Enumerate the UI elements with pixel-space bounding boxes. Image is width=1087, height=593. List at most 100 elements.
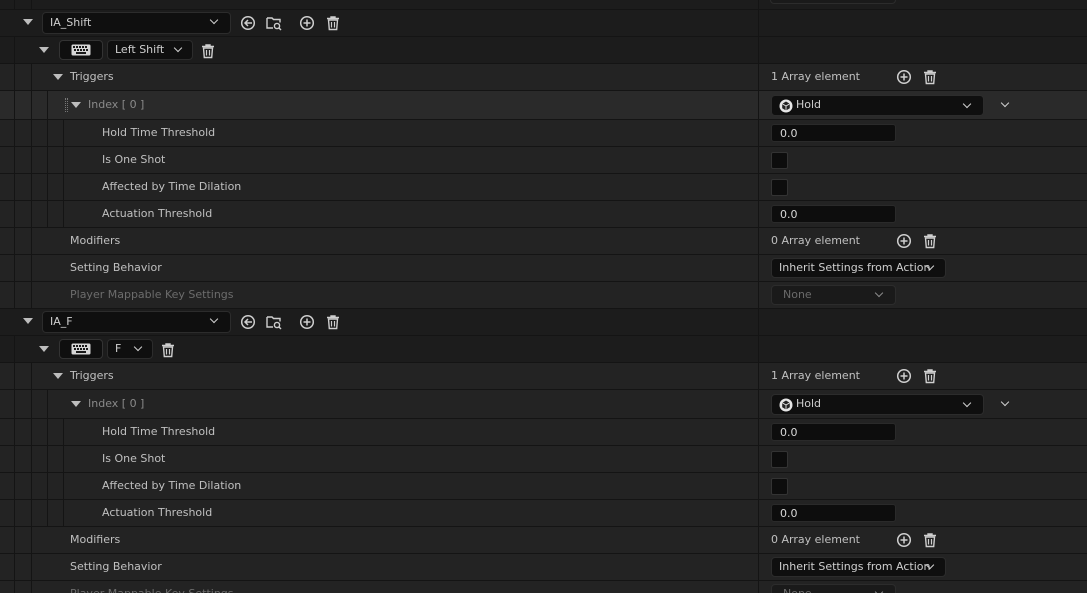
indent-guide [14, 336, 15, 363]
hold-time-input[interactable]: 0.0 [771, 124, 896, 142]
keyboard-key-picker[interactable] [59, 339, 103, 359]
player-mappable-selector: None [771, 584, 896, 593]
collapse-triggers-arrow-icon[interactable] [53, 74, 63, 80]
player-mappable-row: Player Mappable Key Settings None [0, 581, 1087, 593]
indent-guide [31, 554, 32, 581]
delete-mapping-icon[interactable] [325, 15, 341, 31]
indent-guide [31, 228, 32, 255]
player-mappable-value: None [783, 587, 812, 593]
modifiers-label: Modifiers [70, 533, 121, 546]
column-splitter [758, 228, 759, 254]
hold-time-label: Hold Time Threshold [102, 425, 216, 438]
add-modifier-icon[interactable] [896, 233, 912, 249]
key-name: Left Shift [115, 43, 165, 56]
clear-modifiers-icon[interactable] [922, 532, 938, 548]
clear-triggers-icon[interactable] [922, 368, 938, 384]
drag-handle-icon[interactable] [65, 98, 68, 112]
trigger-type-selector[interactable]: Hold [771, 394, 984, 415]
collapse-triggers-arrow-icon[interactable] [53, 373, 63, 379]
action-selector[interactable]: IA_Shift [42, 12, 231, 34]
indent-guide [14, 527, 15, 554]
time-dilation-checkbox[interactable] [771, 478, 788, 495]
key-row: Left Shift [0, 37, 1087, 64]
setting-behavior-row: Setting Behavior Inherit Settings from Ac… [0, 554, 1087, 581]
actuation-label: Actuation Threshold [102, 506, 213, 519]
column-splitter [758, 336, 759, 362]
actuation-input[interactable]: 0.0 [771, 504, 896, 522]
indent-guide [14, 500, 15, 527]
setting-behavior-row: Setting Behavior Inherit Settings from Ac… [0, 255, 1087, 282]
key-selector[interactable]: F [107, 339, 153, 359]
delete-mapping-icon[interactable] [325, 314, 341, 330]
actuation-input[interactable]: 0.0 [771, 205, 896, 223]
trigger-type-selector[interactable]: Hold [771, 95, 984, 116]
indent-guide [31, 255, 32, 282]
hold-time-input[interactable]: 0.0 [771, 423, 896, 441]
index-label: Index [ 0 ] [88, 98, 145, 111]
collapse-index-arrow-icon[interactable] [71, 102, 81, 108]
add-mapping-icon[interactable] [299, 15, 315, 31]
action-selector[interactable]: IA_F [42, 311, 231, 333]
one-shot-label: Is One Shot [102, 153, 166, 166]
browse-back-icon[interactable] [240, 314, 256, 330]
triggers-count: 1 Array element [771, 369, 860, 382]
prev-value-combo[interactable] [770, 0, 896, 4]
delete-key-icon[interactable] [160, 342, 176, 358]
indent-guide [31, 473, 32, 500]
indent-guide [63, 446, 64, 473]
setting-behavior-selector[interactable]: Inherit Settings from Action [771, 258, 946, 278]
find-asset-icon[interactable] [266, 15, 282, 31]
indent-guide [31, 581, 32, 593]
add-modifier-icon[interactable] [896, 532, 912, 548]
trigger-options-chevron-icon[interactable] [1000, 98, 1010, 108]
column-splitter [758, 446, 759, 472]
add-trigger-icon[interactable] [896, 69, 912, 85]
time-dilation-label: Affected by Time Dilation [102, 479, 242, 492]
time-dilation-row: Affected by Time Dilation [0, 174, 1087, 201]
indent-guide [14, 0, 15, 10]
collapse-action-arrow-icon[interactable] [23, 19, 33, 25]
keyboard-key-picker[interactable] [59, 40, 103, 60]
collapse-key-arrow-icon[interactable] [39, 346, 49, 352]
one-shot-checkbox[interactable] [771, 451, 788, 468]
action-row: IA_F [0, 309, 1087, 336]
one-shot-checkbox[interactable] [771, 152, 788, 169]
chevron-down-icon [209, 15, 219, 25]
indent-guide [47, 390, 48, 419]
action-name: IA_F [50, 315, 73, 328]
player-mappable-label: Player Mappable Key Settings [70, 587, 234, 593]
indent-guide [31, 527, 32, 554]
browse-back-icon[interactable] [240, 15, 256, 31]
trigger-options-chevron-icon[interactable] [1000, 397, 1010, 407]
indent-guide [14, 120, 15, 147]
indent-guide [63, 500, 64, 527]
column-splitter [758, 554, 759, 580]
indent-guide [47, 473, 48, 500]
add-trigger-icon[interactable] [896, 368, 912, 384]
add-mapping-icon[interactable] [299, 314, 315, 330]
indent-guide [47, 201, 48, 228]
indent-guide [63, 147, 64, 174]
find-asset-icon[interactable] [266, 314, 282, 330]
triggers-count: 1 Array element [771, 70, 860, 83]
collapse-key-arrow-icon[interactable] [39, 47, 49, 53]
indent-guide [31, 363, 32, 390]
collapse-index-arrow-icon[interactable] [71, 401, 81, 407]
indent-guide [14, 581, 15, 593]
key-selector[interactable]: Left Shift [107, 40, 193, 60]
time-dilation-checkbox[interactable] [771, 179, 788, 196]
collapse-action-arrow-icon[interactable] [23, 318, 33, 324]
column-splitter [758, 419, 759, 445]
delete-key-icon[interactable] [200, 43, 216, 59]
indent-guide [47, 91, 48, 120]
column-splitter [758, 174, 759, 200]
actuation-row: Actuation Threshold 0.0 [0, 500, 1087, 527]
indent-guide [47, 500, 48, 527]
setting-behavior-selector[interactable]: Inherit Settings from Action [771, 557, 946, 577]
column-splitter [758, 581, 759, 593]
clear-triggers-icon[interactable] [922, 69, 938, 85]
column-splitter [758, 309, 759, 335]
clear-modifiers-icon[interactable] [922, 233, 938, 249]
indent-guide [47, 419, 48, 446]
setting-behavior-label: Setting Behavior [70, 560, 162, 573]
